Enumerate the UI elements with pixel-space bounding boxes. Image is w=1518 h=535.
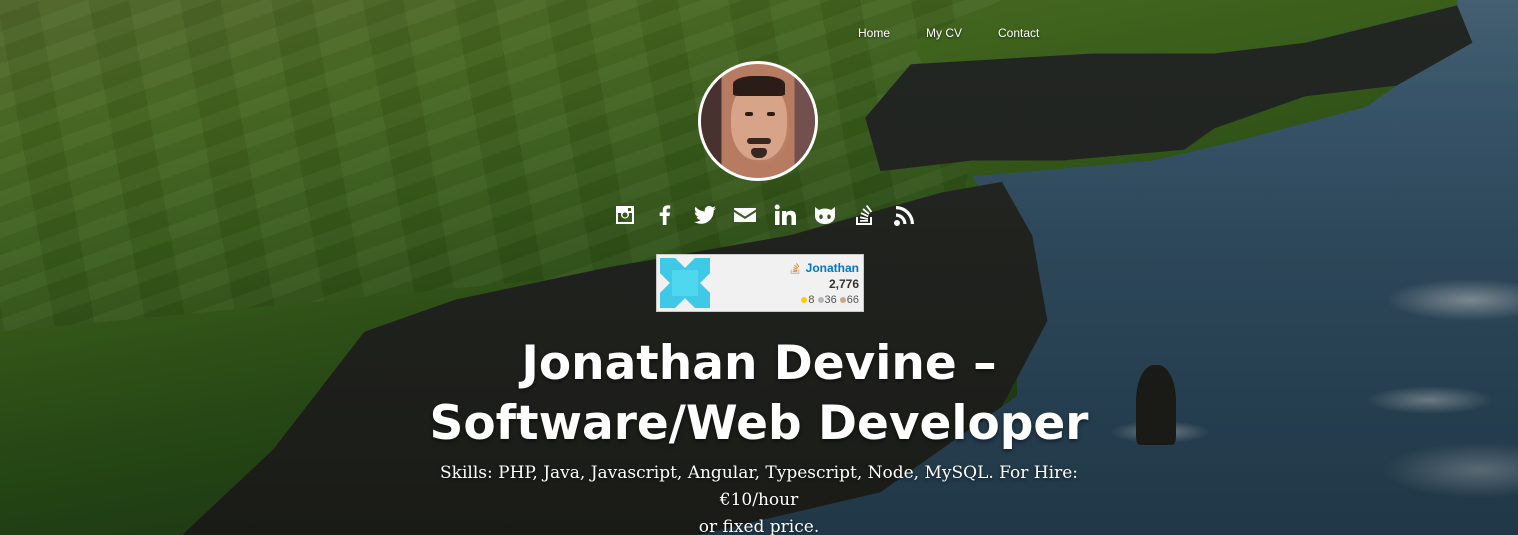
flair-gravatar: [660, 258, 710, 308]
stackoverflow-icon: [790, 262, 800, 274]
gravatar-diamond: [675, 298, 695, 308]
nav-home-link[interactable]: Home: [840, 24, 908, 42]
hero-section: Home My CV Contact Jonathan 2,776 8 36 6…: [0, 0, 1518, 535]
email-icon[interactable]: [732, 202, 758, 228]
silver-badge-icon: [817, 297, 824, 303]
gold-badge: 8: [801, 294, 815, 306]
gravatar-diamond: [660, 273, 670, 293]
avatar-eye-right: [767, 112, 775, 116]
facebook-icon[interactable]: [652, 202, 678, 228]
top-navigation: Home My CV Contact: [840, 24, 1057, 42]
silver-badge: 36: [817, 294, 837, 306]
page-subtitle: Skills: PHP, Java, Javascript, Angular, …: [400, 460, 1118, 535]
bronze-badge-count: 66: [846, 294, 859, 306]
bronze-badge: 66: [839, 294, 859, 306]
stackoverflow-flair[interactable]: Jonathan 2,776 8 36 66: [656, 254, 864, 312]
gold-badge-count: 8: [808, 294, 815, 306]
gold-badge-icon: [801, 297, 808, 303]
github-icon[interactable]: [812, 202, 838, 228]
rss-icon[interactable]: [892, 202, 918, 228]
page-title-line-2: Software/Web Developer: [429, 396, 1089, 451]
page-subtitle-line-2: or fixed price.: [698, 517, 820, 535]
instagram-icon[interactable]: [612, 202, 638, 228]
avatar-moustache: [747, 138, 771, 144]
gravatar-diamond: [700, 273, 710, 293]
avatar-hair: [733, 76, 785, 96]
flair-badges: 8 36 66: [801, 294, 859, 306]
linkedin-icon[interactable]: [772, 202, 798, 228]
flair-reputation: 2,776: [828, 277, 859, 291]
silver-badge-count: 36: [824, 294, 837, 306]
nav-contact-link[interactable]: Contact: [980, 24, 1057, 42]
page-title: Jonathan Devine – Software/Web Developer: [0, 334, 1518, 454]
stackoverflow-icon[interactable]: [852, 202, 878, 228]
gravatar-diamond: [675, 258, 695, 268]
page-title-line-1: Jonathan Devine –: [521, 336, 997, 391]
nav-my-cv-link[interactable]: My CV: [908, 24, 980, 42]
gravatar-center: [672, 270, 698, 296]
social-links: [612, 202, 918, 228]
page-subtitle-line-1: Skills: PHP, Java, Javascript, Angular, …: [440, 463, 1078, 510]
flair-name: Jonathan: [789, 261, 859, 275]
bronze-badge-icon: [839, 297, 846, 303]
twitter-icon[interactable]: [692, 202, 718, 228]
profile-avatar: [698, 61, 818, 181]
flair-username: Jonathan: [805, 261, 859, 275]
avatar-eye-left: [745, 112, 753, 116]
